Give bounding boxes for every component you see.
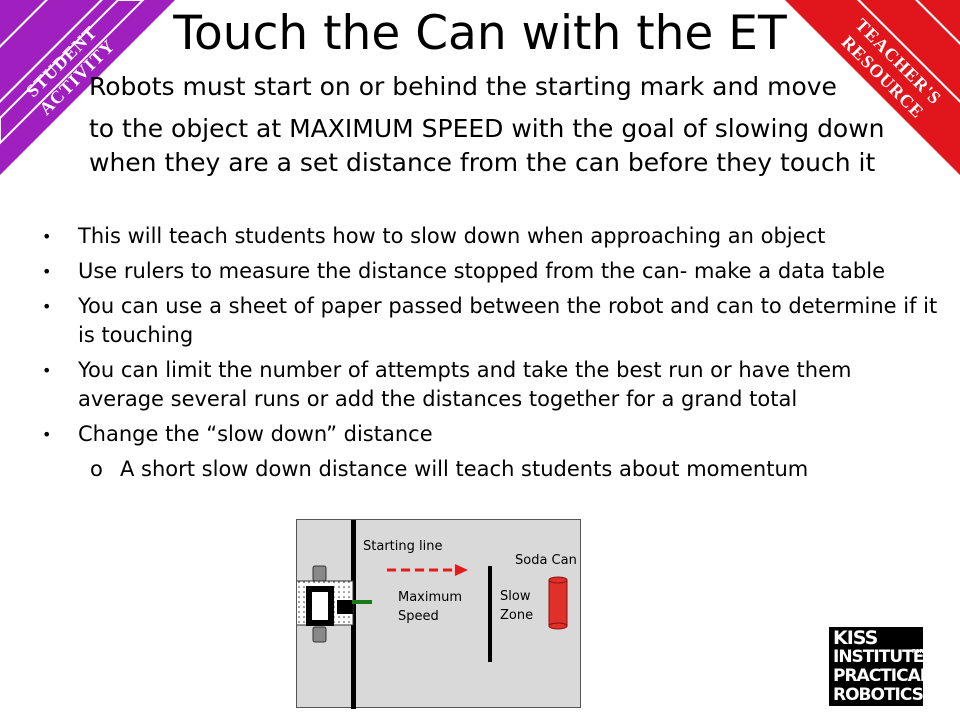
list-item: • You can use a sheet of paper passed be… — [42, 292, 942, 350]
intro-line-1: Robots must start on or behind the start… — [89, 72, 837, 101]
robot-icon — [297, 565, 372, 643]
slow-zone-label-1: Slow — [500, 589, 531, 604]
logo-line-4: ROBOTICS — [833, 685, 924, 705]
bullet-marker: • — [42, 361, 52, 380]
list-item: • Use rulers to measure the distance sto… — [42, 257, 942, 286]
starting-line-label: Starting line — [363, 539, 443, 554]
sub-bullet-text: A short slow down distance will teach st… — [120, 457, 809, 481]
intro-line-2: to the object at MAXIMUM SPEED with the … — [89, 114, 885, 177]
soda-can-icon — [548, 576, 568, 630]
course-diagram: Starting line Soda Can Maximum Speed Slo… — [296, 519, 581, 709]
bullet-text: This will teach students how to slow dow… — [78, 224, 826, 248]
bullet-marker: • — [42, 227, 52, 246]
list-item: • Change the “slow down” distance — [42, 420, 942, 449]
bullet-text: You can limit the number of attempts and… — [78, 358, 852, 411]
list-item: • You can limit the number of attempts a… — [42, 356, 942, 414]
logo-line-2: INSTITUTE — [833, 647, 924, 667]
logo-line-1: KISS — [833, 627, 878, 649]
bullet-text: Use rulers to measure the distance stopp… — [78, 259, 885, 283]
sub-bullet-marker: o — [90, 457, 103, 481]
bullet-list: • This will teach students how to slow d… — [42, 222, 942, 484]
slow-zone-label-2: Zone — [500, 608, 534, 623]
logo-for: FOR — [912, 649, 924, 655]
logo-line-3: PRACTICAL — [833, 666, 931, 686]
sub-list-item: o A short slow down distance will teach … — [42, 455, 942, 484]
bullet-marker: • — [42, 425, 52, 444]
speed-arrow — [387, 564, 468, 576]
list-item: • This will teach students how to slow d… — [42, 222, 942, 251]
bullet-text: Change the “slow down” distance — [78, 422, 433, 446]
max-speed-label-1: Maximum — [398, 590, 463, 605]
bullet-text: You can use a sheet of paper passed betw… — [78, 294, 938, 347]
bullet-marker: • — [42, 297, 52, 316]
intro-text: Robots must start on or behind the start… — [89, 70, 889, 180]
slow-zone-line — [488, 566, 492, 662]
bullet-marker: • — [42, 262, 52, 281]
slide-title: Touch the Can with the ET — [173, 6, 787, 61]
soda-can-label: Soda Can — [515, 553, 577, 568]
max-speed-label-2: Speed — [398, 609, 439, 624]
kiss-institute-logo: KISS INSTITUTE FOR PRACTICAL ROBOTICS — [829, 627, 931, 706]
